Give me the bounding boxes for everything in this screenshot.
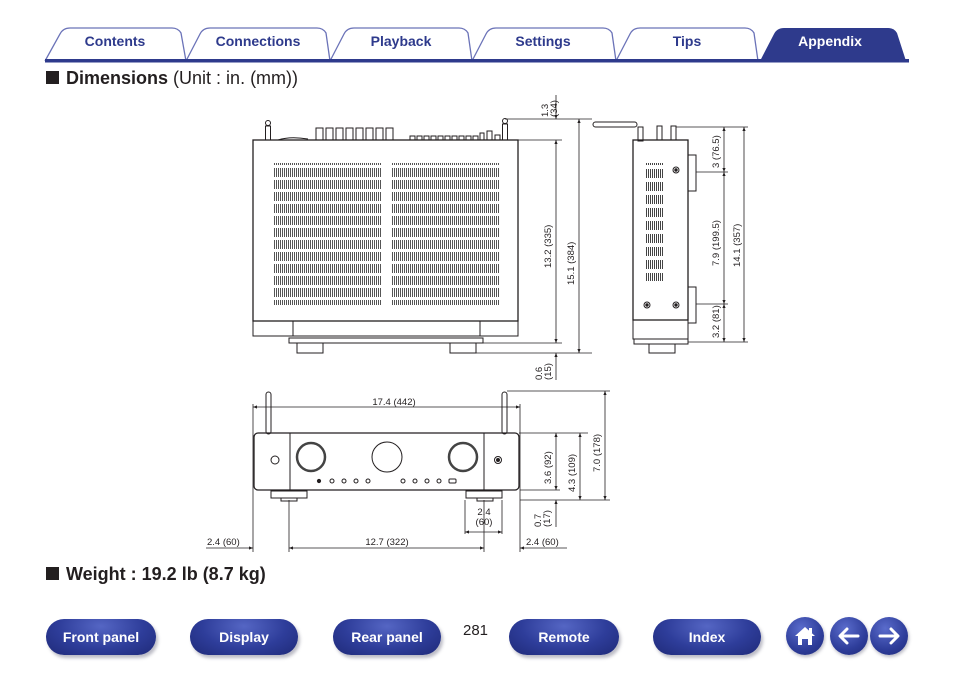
- top-view-labels: 1.3(34) 13.2 (335) 15.1 (384) 0.6(15): [534, 100, 577, 380]
- tab-bar-shapes: [44, 27, 909, 63]
- side-foot: [648, 343, 676, 354]
- dim-height-with-antenna: 7.0 (178): [592, 434, 603, 472]
- antenna-left-icon: [265, 120, 271, 141]
- front-buttons: [316, 478, 457, 484]
- page-number: 281: [463, 622, 489, 639]
- dim-antenna-top: 1.3(34): [540, 100, 560, 117]
- display-window-icon: [371, 441, 403, 473]
- home-icon: [795, 627, 815, 645]
- dim-top-section: 3 (76.5): [711, 135, 722, 168]
- dim-body-height: 3.6 (92): [543, 451, 554, 484]
- front-lip: [288, 337, 484, 344]
- foot-top-right: [449, 342, 477, 354]
- chassis-top: [252, 139, 519, 322]
- antenna-bent-icon: [592, 121, 644, 142]
- forward-button[interactable]: [870, 617, 908, 655]
- tab-appendix[interactable]: Appendix: [776, 33, 884, 49]
- top-vents: [274, 163, 500, 305]
- power-button-icon: [270, 455, 280, 465]
- knob-left-icon: [295, 441, 327, 473]
- side-bracket-top: [687, 154, 697, 192]
- side-view-labels: 3 (76.5) 7.9 (199.5) 3.2 (81) 14.1 (357): [711, 135, 743, 338]
- front-panel: [289, 432, 485, 491]
- index-button[interactable]: Index: [653, 619, 761, 655]
- side-connector: [670, 125, 677, 141]
- home-button[interactable]: [786, 617, 824, 655]
- front-view: [206, 390, 610, 552]
- dim-foot-height: 0.7(17): [533, 510, 553, 527]
- dimensions-title: Dimensions: [66, 68, 169, 88]
- side-front-panel: [632, 319, 689, 340]
- headphone-jack-icon: [494, 456, 502, 464]
- display-button[interactable]: Display: [190, 619, 298, 655]
- tab-baseline: [45, 59, 909, 63]
- dimensions-heading: Dimensions (Unit : in. (mm)): [46, 67, 298, 89]
- rear-connector: [277, 137, 309, 141]
- tab-playback[interactable]: Playback: [346, 33, 456, 49]
- dim-width: 17.4 (442): [372, 397, 415, 408]
- top-view: [252, 95, 592, 380]
- dim-total-depth: 15.1 (384): [566, 242, 577, 285]
- bullet-square-icon: [46, 71, 59, 84]
- dim-body-depth: 13.2 (335): [543, 225, 554, 268]
- side-lip: [633, 338, 689, 345]
- tab-settings[interactable]: Settings: [488, 33, 598, 49]
- dim-bottom-section: 3.2 (81): [711, 305, 722, 338]
- dim-height-with-feet: 4.3 (109): [567, 454, 578, 492]
- weight-heading: Weight : 19.2 lb (8.7 kg): [46, 563, 266, 585]
- antenna-right-icon: [502, 118, 508, 141]
- dim-foot-offset: 0.6(15): [534, 363, 554, 380]
- dim-foot-span: 12.7 (322): [365, 537, 408, 548]
- foot-top-left: [296, 342, 324, 354]
- antenna-front-left-icon: [265, 391, 272, 435]
- dim-foot-width-mm: (60): [476, 517, 493, 528]
- tab-connections[interactable]: Connections: [200, 33, 316, 49]
- dim-left-offset: 2.4 (60): [207, 537, 240, 548]
- tab-contents[interactable]: Contents: [62, 33, 168, 49]
- front-foot-right: [465, 490, 503, 499]
- bullet-square-icon: [46, 567, 59, 580]
- forward-arrow-icon: [878, 627, 900, 645]
- chassis-side: [632, 139, 689, 321]
- dim-side-total-depth: 14.1 (357): [732, 224, 743, 267]
- weight-text: Weight : 19.2 lb (8.7 kg): [66, 564, 266, 584]
- tab-bar: Contents Connections Playback Settings T…: [0, 0, 954, 64]
- front-foot-left: [270, 490, 308, 499]
- speaker-terminals: [315, 127, 394, 141]
- side-connector: [656, 125, 663, 141]
- side-vents: [645, 163, 663, 281]
- dim-middle-section: 7.9 (199.5): [711, 220, 722, 266]
- front-panel-top-edge: [252, 320, 519, 337]
- tab-tips[interactable]: Tips: [632, 33, 742, 49]
- front-panel-button[interactable]: Front panel: [46, 619, 156, 655]
- back-arrow-icon: [838, 627, 860, 645]
- dim-foot-width-value: 2.4: [477, 507, 490, 518]
- back-button[interactable]: [830, 617, 868, 655]
- screw-icons: [643, 166, 680, 309]
- dimensions-unit: (Unit : in. (mm)): [173, 68, 299, 88]
- rear-panel-button[interactable]: Rear panel: [333, 619, 441, 655]
- side-bracket-bottom: [687, 286, 697, 324]
- rear-jacks: [409, 130, 501, 141]
- knob-right-icon: [447, 441, 479, 473]
- front-chassis: [253, 432, 520, 491]
- side-view: [592, 121, 748, 354]
- front-view-labels: 17.4 (442) 3.6 (92) 4.3 (109) 7.0 (178) …: [207, 397, 603, 548]
- dim-right-offset: 2.4 (60): [526, 537, 559, 548]
- antenna-front-right-icon: [501, 391, 508, 435]
- remote-button[interactable]: Remote: [509, 619, 619, 655]
